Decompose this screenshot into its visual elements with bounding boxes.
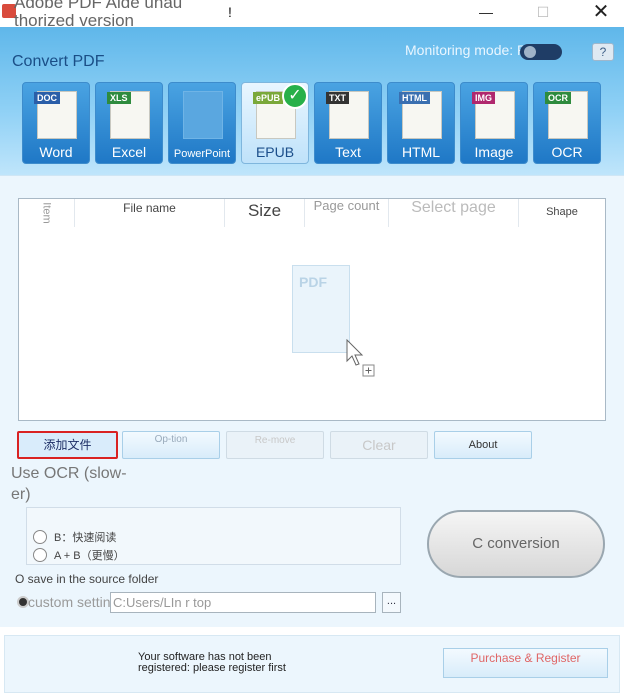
tab-label: Word	[39, 144, 73, 160]
column-header-file-name[interactable]: File name	[75, 199, 225, 227]
clear-button[interactable]: Clear	[330, 431, 428, 459]
registration-notice: Your software has not been registered: p…	[138, 651, 286, 674]
tab-text[interactable]: TXT Text	[314, 82, 382, 164]
ocr-options-box: B：快速阅读 A + B（更慢）	[26, 507, 401, 565]
tab-label: Image	[474, 144, 514, 160]
ocr-option-b-label: B：快速阅读	[54, 532, 117, 544]
add-file-button[interactable]: 添加文件	[17, 431, 118, 459]
tab-image[interactable]: IMG Image	[460, 82, 528, 164]
file-list[interactable]: Item File name Size Page count Select pa…	[18, 198, 606, 421]
title-suffix: !	[228, 4, 232, 20]
minimize-button[interactable]: —	[457, 0, 515, 26]
ocr-option-b-radio[interactable]	[33, 530, 47, 544]
tab-ocr[interactable]: OCR OCR	[533, 82, 601, 164]
add-cursor-icon	[346, 339, 375, 377]
tab-epub[interactable]: ePUB ✓ EPUB	[241, 82, 309, 164]
image-file-icon: IMG	[472, 91, 515, 139]
column-header-item[interactable]: Item	[19, 199, 75, 227]
tab-label: Text	[335, 144, 361, 160]
window-title: Adobe PDF Aide unau thorized version	[14, 0, 183, 30]
option-button[interactable]: Op-tion	[122, 431, 220, 459]
output-path-input[interactable]	[110, 592, 376, 613]
tab-word[interactable]: DOC Word	[22, 82, 90, 164]
maximize-button[interactable]: ☐	[514, 0, 572, 26]
column-header-shape[interactable]: Shape	[519, 199, 605, 227]
title-bar: Adobe PDF Aide unau thorized version ! — …	[0, 0, 624, 30]
tab-label: Excel	[111, 144, 147, 160]
tab-label: HTML	[401, 144, 441, 160]
tab-html[interactable]: HTML HTML	[387, 82, 455, 164]
footer: Your software has not been registered: p…	[0, 627, 624, 698]
tab-label: OCR	[551, 144, 583, 160]
word-file-icon: DOC	[34, 91, 77, 139]
ocr-file-icon: OCR	[545, 91, 588, 139]
use-ocr-label[interactable]: Use OCR (slow-er)	[11, 463, 141, 505]
browse-button[interactable]: ...	[382, 592, 401, 613]
ocr-option-ab-radio[interactable]	[33, 548, 47, 562]
column-header-select-page[interactable]: Select page	[389, 199, 519, 227]
save-in-source-option[interactable]: O save in the source folder	[15, 572, 158, 586]
section-title: Convert PDF	[12, 53, 105, 70]
column-header-page-count[interactable]: Page count	[305, 199, 389, 227]
help-button[interactable]: ?	[592, 43, 614, 61]
purchase-register-button[interactable]: Purchase & Register	[443, 648, 608, 678]
tab-powerpoint[interactable]: PowerPoint	[168, 82, 236, 164]
close-button[interactable]: ✕	[572, 0, 624, 26]
start-conversion-button[interactable]: C conversion	[427, 510, 605, 578]
column-header-size[interactable]: Size	[225, 199, 305, 227]
tab-excel[interactable]: XLS Excel	[95, 82, 163, 164]
about-button[interactable]: About	[434, 431, 532, 459]
main-panel: Item File name Size Page count Select pa…	[0, 175, 624, 627]
ocr-option-ab-label: A + B（更慢）	[54, 550, 125, 562]
monitoring-toggle[interactable]	[520, 44, 562, 60]
registration-panel: Your software has not been registered: p…	[4, 635, 620, 693]
tab-label: EPUB	[255, 144, 295, 160]
monitoring-mode-label: Monitoring mode: PO	[405, 42, 538, 58]
convert-header: Convert PDF Monitoring mode: PO ? DOC Wo…	[0, 27, 624, 175]
excel-file-icon: XLS	[107, 91, 150, 139]
remove-button[interactable]: Re-move	[226, 431, 324, 459]
selected-check-icon: ✓	[282, 83, 308, 109]
text-file-icon: TXT	[326, 91, 369, 139]
tab-label: PowerPoint	[173, 148, 231, 160]
html-file-icon: HTML	[399, 91, 442, 139]
powerpoint-file-icon	[183, 91, 223, 139]
